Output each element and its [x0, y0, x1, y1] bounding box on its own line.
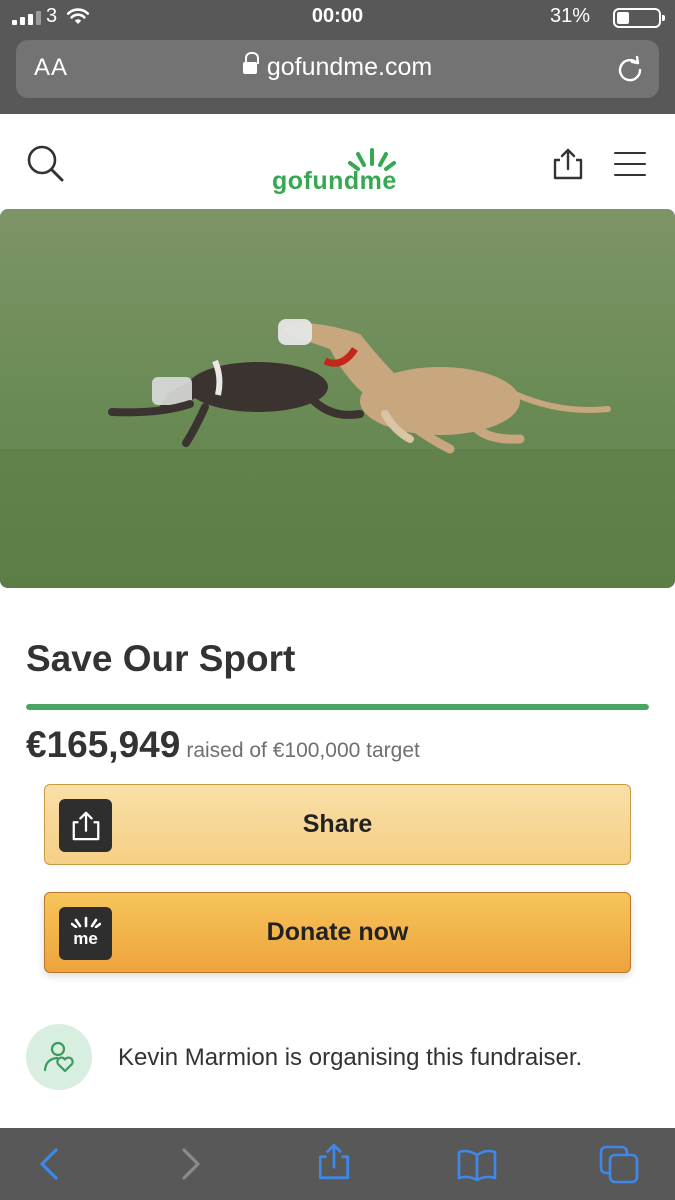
raised-amount: €165,949	[26, 724, 181, 765]
url-text: gofundme.com	[266, 53, 433, 81]
battery-percentage: 31%	[549, 5, 590, 27]
organiser-text: Kevin Marmion is organising this fundrai…	[118, 1044, 583, 1071]
lock-icon	[242, 52, 259, 76]
tabs-icon[interactable]	[598, 1144, 640, 1184]
gofundme-me-icon: me	[59, 907, 112, 960]
campaign-title: Save Our Sport	[26, 638, 296, 679]
battery-icon	[613, 8, 665, 28]
menu-icon[interactable]	[614, 152, 646, 185]
ios-browser-chrome: 3 00:00 31% AA gofundme.com	[0, 0, 675, 114]
raised-target: raised of €100,000 target	[186, 739, 420, 762]
back-arrow-icon[interactable]	[36, 1146, 64, 1182]
funding-progress-bar	[26, 704, 649, 710]
campaign-hero-image	[0, 209, 675, 588]
book-icon[interactable]	[456, 1148, 498, 1182]
search-icon[interactable]	[26, 144, 66, 184]
share-icon[interactable]	[551, 146, 585, 182]
share-icon	[59, 799, 112, 852]
address-bar[interactable]: AA gofundme.com	[16, 40, 659, 98]
raised-summary: €165,949 raised of €100,000 target	[26, 724, 420, 766]
donate-button-label: Donate now	[266, 918, 409, 946]
donate-now-button[interactable]: me Donate now	[44, 892, 631, 973]
status-bar: 3 00:00 31%	[0, 0, 675, 34]
url-display[interactable]: gofundme.com	[16, 52, 659, 82]
share-button[interactable]: Share	[44, 784, 631, 865]
forward-arrow-icon[interactable]	[176, 1146, 204, 1182]
browser-toolbar	[0, 1128, 675, 1200]
funding-progress-fill	[26, 704, 649, 710]
greyhounds-running-image	[0, 209, 675, 588]
gofundme-logo[interactable]: gofundme	[272, 144, 412, 196]
logo-wordmark: gofundme	[272, 167, 397, 195]
organiser-info: Kevin Marmion is organising this fundrai…	[26, 1024, 656, 1092]
reload-icon[interactable]	[615, 54, 645, 84]
site-header: gofundme	[0, 114, 675, 209]
share-icon[interactable]	[316, 1142, 352, 1182]
user-heart-icon	[26, 1024, 92, 1090]
share-button-label: Share	[302, 810, 373, 838]
